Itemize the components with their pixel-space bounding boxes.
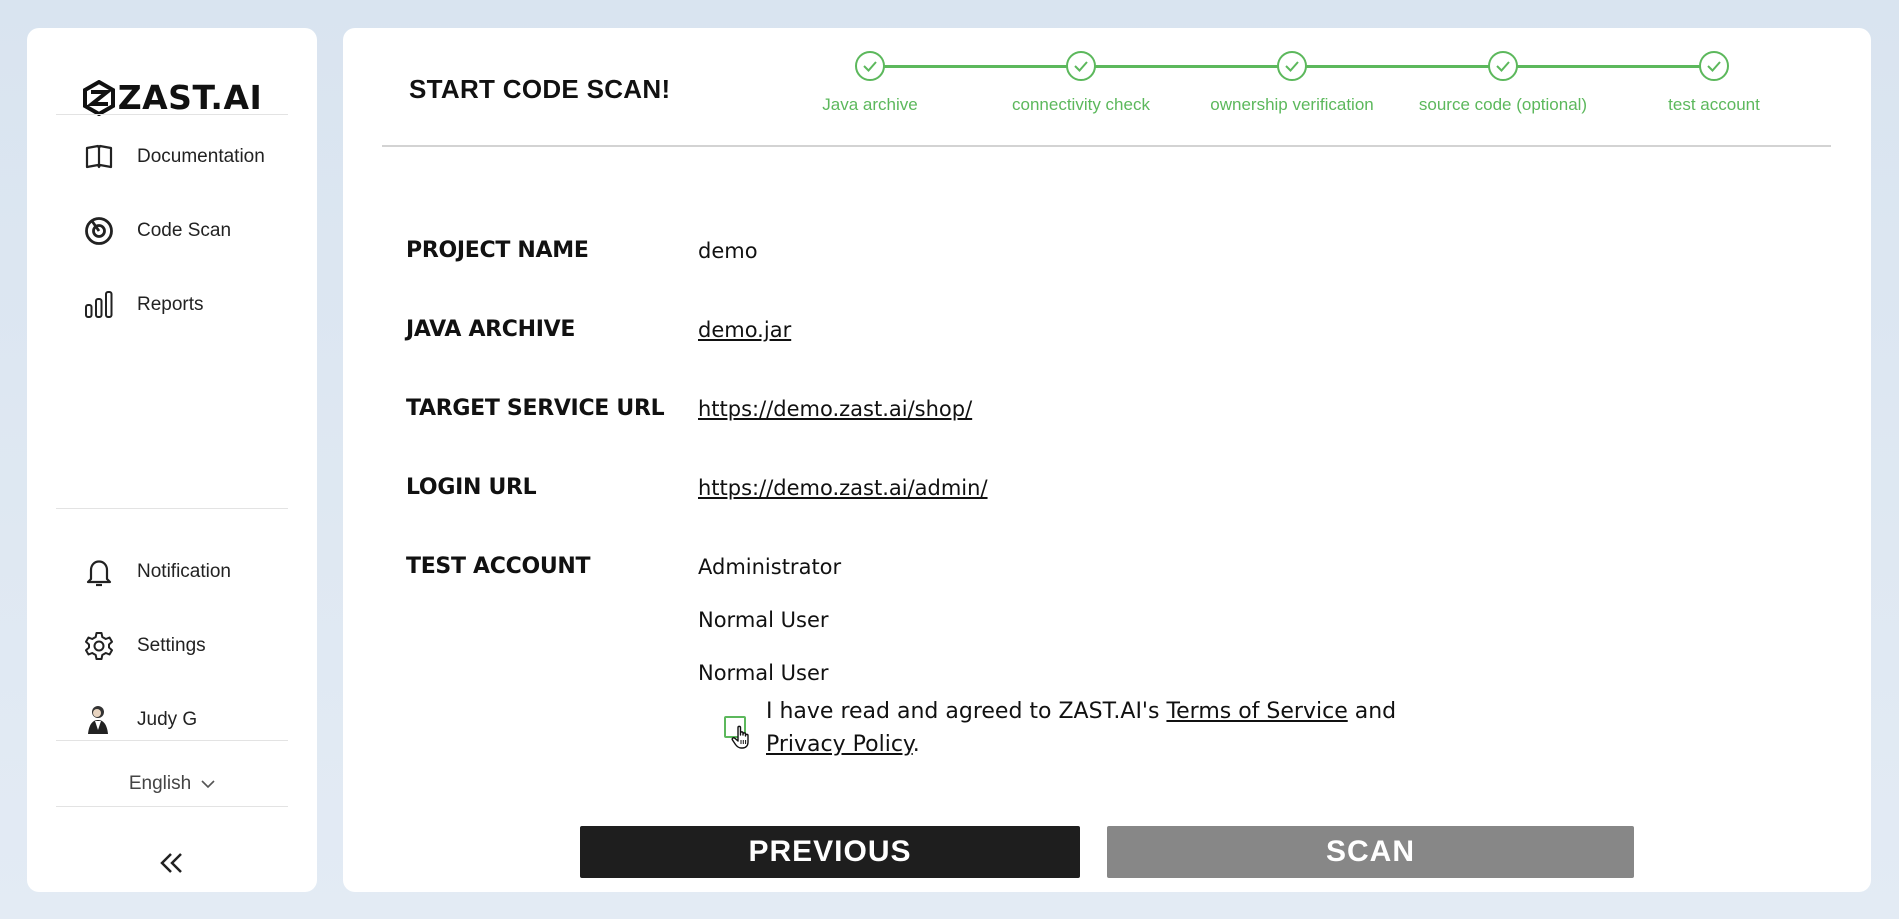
sidebar-item-label: Documentation xyxy=(137,146,265,167)
logo-text: ZAST.AI xyxy=(117,78,263,117)
sidebar-item-notification[interactable]: Notification xyxy=(83,552,231,592)
language-selector[interactable]: English xyxy=(27,773,317,795)
step-complete-icon xyxy=(1066,51,1096,81)
hand-cursor-icon xyxy=(731,725,749,749)
double-chevron-left-icon xyxy=(160,853,182,873)
test-account-value: Normal User xyxy=(698,661,829,685)
sidebar-divider xyxy=(56,114,288,115)
sidebar-item-label: Notification xyxy=(137,561,231,582)
sidebar-item-label: Settings xyxy=(137,635,206,656)
terms-agreement: I have read and agreed to ZAST.AI's Term… xyxy=(724,695,1444,761)
sidebar-item-label: Reports xyxy=(137,294,204,315)
step-complete-icon xyxy=(1488,51,1518,81)
agreement-prefix: I have read and agreed to ZAST.AI's xyxy=(766,699,1167,724)
step-label-java-archive: Java archive xyxy=(822,95,918,114)
step-complete-icon xyxy=(855,51,885,81)
terms-agreement-text: I have read and agreed to ZAST.AI's Term… xyxy=(766,695,1444,761)
scan-button[interactable]: SCAN xyxy=(1107,826,1634,878)
sidebar-divider xyxy=(56,740,288,741)
sidebar-item-profile[interactable]: Judy G xyxy=(83,700,197,740)
step-complete-icon xyxy=(1277,51,1307,81)
sidebar-item-settings[interactable]: Settings xyxy=(83,626,206,666)
sidebar-item-reports[interactable]: Reports xyxy=(83,285,204,325)
gear-icon xyxy=(83,630,115,662)
header-divider xyxy=(382,145,1831,147)
test-account-value: Administrator xyxy=(698,555,842,579)
previous-button[interactable]: PREVIOUS xyxy=(580,826,1080,878)
java-archive-link[interactable]: demo.jar xyxy=(698,318,791,342)
scan-target-icon xyxy=(83,215,115,247)
bell-icon xyxy=(83,556,115,588)
login-url-link[interactable]: https://demo.zast.ai/admin/ xyxy=(698,476,988,500)
book-icon xyxy=(83,141,115,173)
main-panel: START CODE SCAN! Java archive connectivi… xyxy=(343,28,1871,892)
step-label-ownership-verification: ownership verification xyxy=(1210,95,1374,114)
sidebar-item-label: Judy G xyxy=(137,709,198,730)
sidebar-item-label: Code Scan xyxy=(137,220,232,241)
chevron-down-icon xyxy=(201,780,215,789)
collapse-sidebar-button[interactable] xyxy=(155,848,189,878)
step-label-test-account: test account xyxy=(1668,95,1760,114)
project-name-label: PROJECT NAME xyxy=(406,238,589,263)
avatar xyxy=(83,704,115,736)
login-url-label: LOGIN URL xyxy=(406,475,537,500)
step-label-connectivity-check: connectivity check xyxy=(1012,95,1150,114)
test-account-value: Normal User xyxy=(698,608,829,632)
zast-logo-icon xyxy=(82,79,115,116)
sidebar-divider xyxy=(56,508,288,509)
sidebar: ZAST.AI Documentation Code Scan Reports … xyxy=(27,28,317,892)
sidebar-divider xyxy=(56,806,288,807)
agreement-suffix: . xyxy=(912,732,920,757)
terms-of-service-link[interactable]: Terms of Service xyxy=(1166,699,1347,724)
project-name-value: demo xyxy=(698,239,758,263)
step-label-source-code: source code (optional) xyxy=(1418,95,1588,114)
zast-logo[interactable]: ZAST.AI xyxy=(27,78,317,117)
step-complete-icon xyxy=(1699,51,1729,81)
java-archive-label: JAVA ARCHIVE xyxy=(406,317,576,342)
terms-checkbox[interactable] xyxy=(724,716,749,749)
target-url-label: TARGET SERVICE URL xyxy=(406,396,665,421)
privacy-policy-link[interactable]: Privacy Policy xyxy=(766,732,913,757)
sidebar-item-documentation[interactable]: Documentation xyxy=(83,137,265,177)
progress-stepper: Java archive connectivity check ownershi… xyxy=(343,28,1871,168)
target-url-link[interactable]: https://demo.zast.ai/shop/ xyxy=(698,397,972,421)
language-label: English xyxy=(128,773,192,794)
test-account-label: TEST ACCOUNT xyxy=(406,554,591,579)
bar-chart-icon xyxy=(83,289,115,321)
agreement-middle: and xyxy=(1347,699,1397,724)
sidebar-item-code-scan[interactable]: Code Scan xyxy=(83,211,231,251)
